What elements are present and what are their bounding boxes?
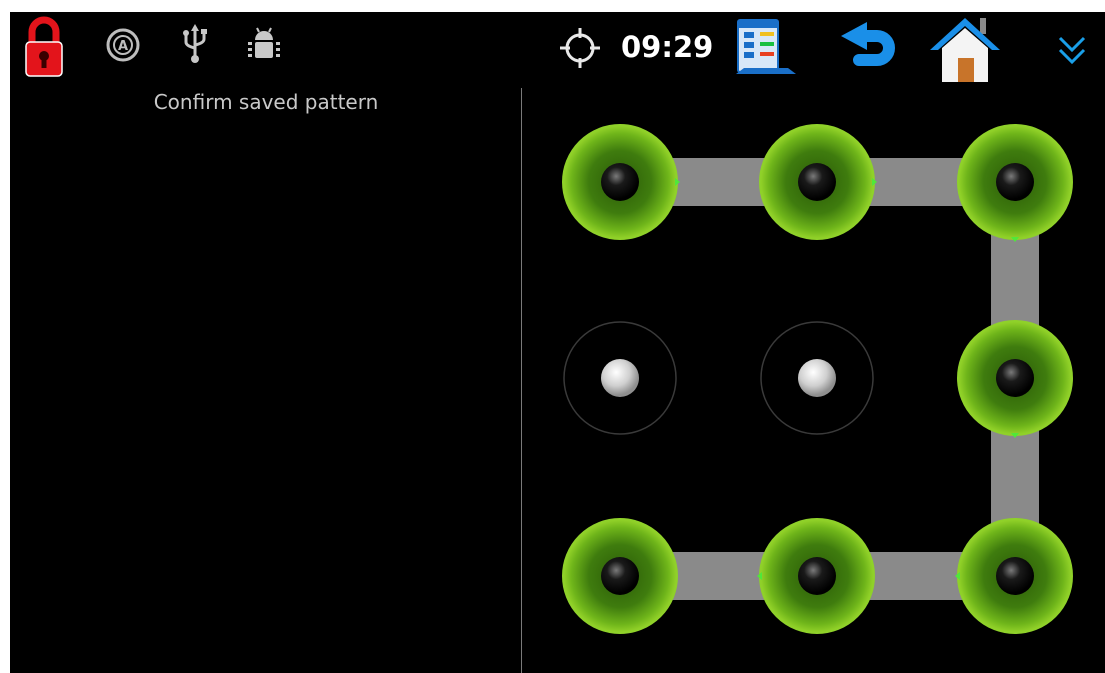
accessibility-icon: A [106,28,140,62]
pattern-dot-4[interactable] [563,321,677,435]
pattern-dot-7[interactable] [562,518,678,634]
lock-icon [24,16,64,78]
status-bar: A 09:29 [10,12,1105,86]
pattern-dot-9[interactable] [957,518,1073,634]
usb-icon [181,24,209,64]
pattern-dot-3[interactable] [957,124,1073,240]
pattern-prompt: Confirm saved pattern [153,90,379,114]
svg-text:A: A [118,39,128,54]
status-clock: 09:29 [621,30,714,64]
pattern-dot-1[interactable] [562,124,678,240]
android-debug-icon [246,26,282,64]
pattern-dot-6[interactable] [957,320,1073,436]
gps-icon [558,26,602,70]
back-icon[interactable] [837,22,901,76]
expand-icon[interactable] [1056,34,1088,66]
task-manager-icon[interactable] [736,18,798,78]
pattern-dot-2[interactable] [759,124,875,240]
pattern-dot-8[interactable] [759,518,875,634]
pattern-dots [562,124,1073,634]
pattern-dot-5[interactable] [760,321,874,435]
pattern-lock-grid[interactable] [522,86,1105,673]
home-icon[interactable] [928,14,1002,84]
lock-screen: A 09:29 Confirm saved pattern [10,12,1105,673]
